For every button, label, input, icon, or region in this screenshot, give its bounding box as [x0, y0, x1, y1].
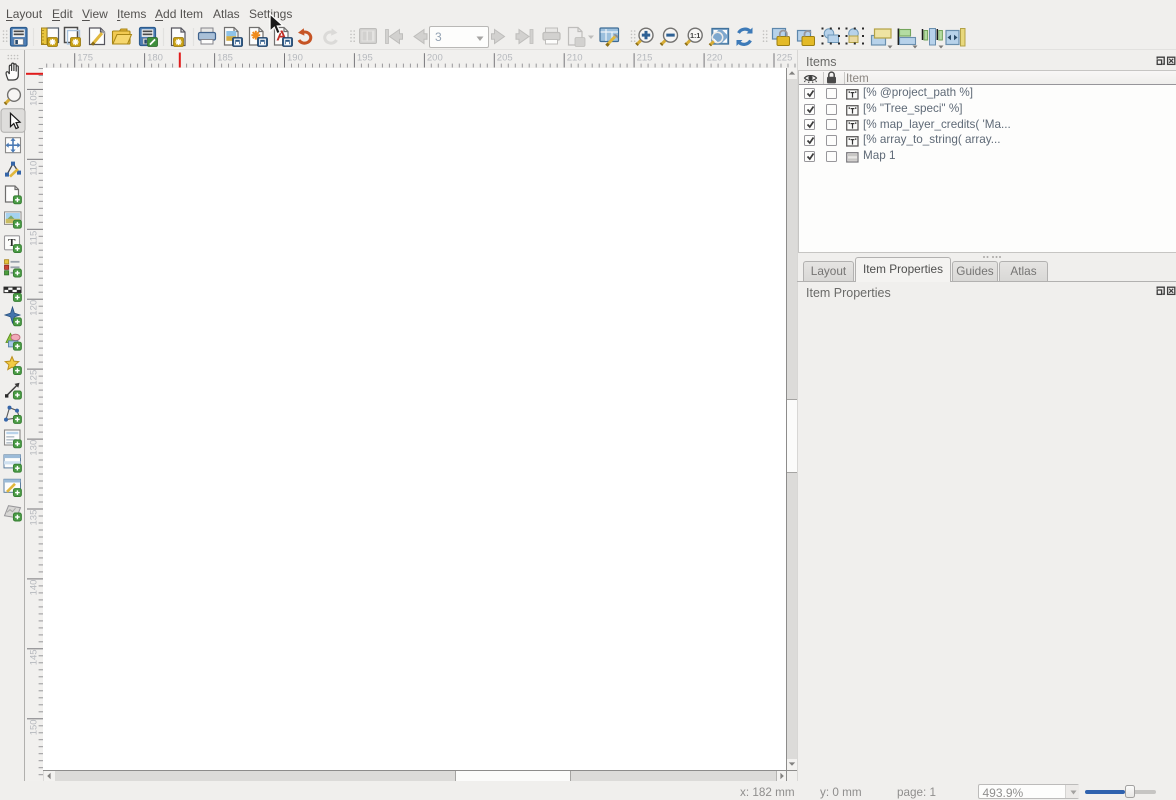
- svg-text:150: 150: [29, 719, 40, 735]
- svg-text:185: 185: [217, 53, 233, 64]
- svg-text:205: 205: [497, 53, 513, 64]
- svg-text:225: 225: [777, 53, 793, 64]
- svg-text:190: 190: [287, 53, 303, 64]
- svg-text:220: 220: [707, 53, 723, 64]
- svg-text:175: 175: [77, 53, 93, 64]
- svg-text:130: 130: [29, 440, 40, 456]
- svg-text:200: 200: [427, 53, 443, 64]
- svg-text:140: 140: [29, 580, 40, 596]
- svg-text:115: 115: [29, 231, 40, 246]
- svg-text:110: 110: [29, 161, 40, 176]
- svg-text:215: 215: [637, 53, 653, 64]
- svg-text:120: 120: [29, 300, 40, 316]
- svg-text:195: 195: [357, 53, 373, 64]
- svg-text:105: 105: [29, 90, 40, 106]
- svg-text:145: 145: [29, 649, 40, 665]
- svg-text:125: 125: [29, 370, 40, 386]
- svg-text:210: 210: [567, 53, 583, 64]
- svg-text:1:1: 1:1: [690, 33, 700, 40]
- svg-text:135: 135: [29, 510, 40, 526]
- svg-text:180: 180: [147, 53, 163, 64]
